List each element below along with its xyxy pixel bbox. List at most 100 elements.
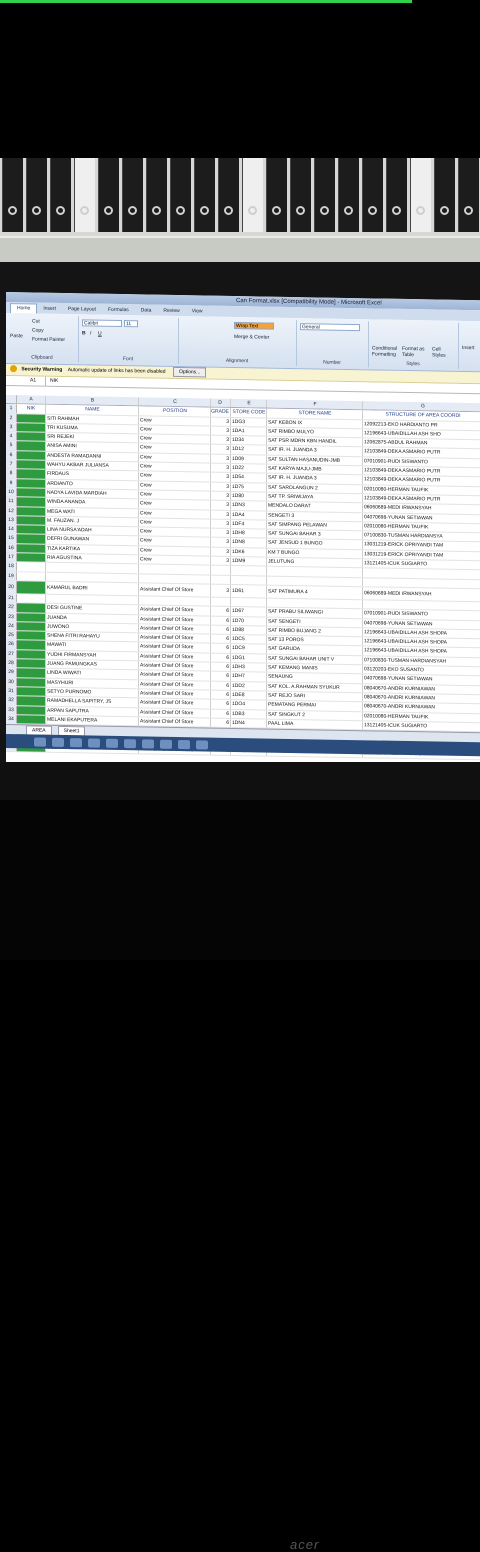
store-name-cell[interactable]: SAT SAROLANGUN 2 xyxy=(267,483,363,494)
row-number[interactable]: 10 xyxy=(6,487,17,497)
position-cell[interactable]: Assistant Chief Of Store xyxy=(139,652,211,662)
name-cell[interactable]: SRI REJEKI xyxy=(46,432,139,443)
store-name-cell[interactable]: SAT TP. SRIWIJAYA xyxy=(267,492,363,503)
store-name-cell[interactable]: SAT SENGETI xyxy=(267,617,363,628)
store-name-cell[interactable]: SAT IR. H. JUANDA 3 xyxy=(267,473,363,484)
store-code-cell[interactable]: 1DN3 xyxy=(231,501,267,511)
store-code-cell[interactable]: 1DE8 xyxy=(231,690,267,700)
column-header-c[interactable]: C xyxy=(139,397,211,407)
row-number[interactable]: 18 xyxy=(6,562,17,571)
row-number[interactable]: 1 xyxy=(6,404,17,413)
row-number[interactable]: 21 xyxy=(6,593,17,603)
name-cell[interactable]: MEGA WATI xyxy=(46,507,139,518)
column-header-e[interactable]: E xyxy=(231,398,267,408)
position-cell[interactable]: Crew xyxy=(139,453,211,463)
position-cell[interactable]: Assistant Chief Of Store xyxy=(139,698,211,709)
store-name-cell[interactable]: SENGETI 3 xyxy=(267,511,363,522)
name-cell[interactable]: ARPAN SAPUTRA xyxy=(46,706,139,717)
position-cell[interactable]: Assistant Chief Of Store xyxy=(139,717,211,727)
position-cell[interactable]: Crew xyxy=(139,434,211,445)
store-code-cell[interactable]: 1DC9 xyxy=(231,644,267,654)
grade-cell[interactable]: 3 xyxy=(211,556,231,566)
grade-cell[interactable]: 3 xyxy=(211,463,231,473)
name-cell[interactable]: SETYO PURNOMO xyxy=(46,687,139,698)
nik-cell[interactable] xyxy=(17,460,46,470)
grade-cell[interactable]: 6 xyxy=(211,653,231,662)
nik-cell[interactable] xyxy=(17,594,46,603)
store-code-cell[interactable] xyxy=(231,566,267,576)
cell-styles-button[interactable]: Cell Styles xyxy=(432,346,454,358)
header-nik[interactable]: NIK xyxy=(17,404,46,414)
store-name-cell[interactable]: SAT SULTAN HASANUDIN-JMB xyxy=(267,455,363,466)
row-number[interactable]: 9 xyxy=(6,478,17,488)
position-cell[interactable]: Crew xyxy=(139,415,211,426)
nik-cell[interactable] xyxy=(17,553,46,563)
grade-cell[interactable] xyxy=(211,565,231,575)
name-cell[interactable]: SHENA FITRI RAHAYU xyxy=(46,631,139,642)
nik-cell[interactable] xyxy=(17,506,46,516)
position-cell[interactable]: Crew xyxy=(139,462,211,472)
grade-cell[interactable] xyxy=(211,575,231,584)
nik-cell[interactable] xyxy=(17,668,46,678)
row-number[interactable]: 28 xyxy=(6,659,17,668)
store-name-cell[interactable]: KM 7 BUNGO xyxy=(267,548,363,559)
store-code-cell[interactable]: 1D88 xyxy=(231,625,267,635)
nik-cell[interactable] xyxy=(17,562,46,572)
grade-cell[interactable]: 6 xyxy=(211,718,231,728)
header-name[interactable]: NAME xyxy=(46,404,139,415)
name-cell[interactable]: DEFRI GUNAWAN xyxy=(46,535,139,546)
ribbon-tab-formulas[interactable]: Formulas xyxy=(102,306,135,313)
position-cell[interactable]: Assistant Chief Of Store xyxy=(139,670,211,681)
store-name-cell[interactable]: SAT REJO SARI xyxy=(267,691,363,702)
position-cell[interactable]: Assistant Chief Of Store xyxy=(139,605,211,616)
name-cell[interactable]: ANDESTA RAMADANNI xyxy=(46,451,139,462)
position-cell[interactable]: Assistant Chief Of Store xyxy=(139,689,211,699)
taskbar-app-icon[interactable] xyxy=(34,736,46,747)
row-number[interactable]: 12 xyxy=(6,506,17,516)
store-code-cell[interactable]: 1DG3 xyxy=(231,417,267,427)
store-code-cell[interactable]: 1D70 xyxy=(231,616,267,626)
position-cell[interactable]: Crew xyxy=(139,471,211,482)
store-code-cell[interactable] xyxy=(231,575,267,585)
row-number[interactable]: 8 xyxy=(6,469,17,478)
store-code-cell[interactable]: 1D61 xyxy=(231,584,267,598)
store-name-cell[interactable]: SAT KEBON IX xyxy=(267,418,363,429)
name-cell[interactable]: MELANI EKAPUTERA xyxy=(46,715,139,726)
position-cell[interactable]: Assistant Chief Of Store xyxy=(139,642,211,653)
store-name-cell[interactable]: SAT SUNGAI BAHAR 3 xyxy=(267,529,363,540)
row-number[interactable]: 4 xyxy=(6,432,17,441)
grade-cell[interactable]: 3 xyxy=(211,426,231,436)
grade-cell[interactable]: 6 xyxy=(211,644,231,653)
nik-cell[interactable] xyxy=(17,488,46,497)
row-number[interactable]: 13 xyxy=(6,515,17,525)
position-cell[interactable] xyxy=(139,596,211,606)
nik-cell[interactable] xyxy=(17,696,46,706)
row-number[interactable]: 5 xyxy=(6,441,17,450)
store-code-cell[interactable]: 1DH8 xyxy=(231,529,267,539)
store-name-cell[interactable]: SAT KARYA MAJU-JMB xyxy=(267,464,363,475)
name-cell[interactable]: RIA AGUSTINA xyxy=(46,553,139,564)
row-number[interactable]: 14 xyxy=(6,525,17,534)
position-cell[interactable]: Assistant Chief Of Store xyxy=(139,707,211,718)
store-code-cell[interactable]: 1DO4 xyxy=(231,700,267,710)
name-cell[interactable]: KAMARUL BADRI xyxy=(46,581,139,596)
store-name-cell[interactable]: SAT SIMPANG PELAWAN xyxy=(267,520,363,531)
row-number[interactable]: 26 xyxy=(6,640,17,649)
name-cell[interactable]: ANISA AMINI xyxy=(46,442,139,453)
position-cell[interactable]: Crew xyxy=(139,527,211,538)
nik-cell[interactable] xyxy=(17,571,46,581)
name-cell[interactable] xyxy=(46,563,139,573)
bold-button[interactable]: B xyxy=(82,330,86,336)
font-name-select[interactable]: Calibri xyxy=(82,319,122,328)
row-number[interactable]: 6 xyxy=(6,450,17,460)
nik-cell[interactable] xyxy=(17,469,46,479)
column-header-f[interactable]: F xyxy=(267,399,363,410)
ribbon-tab-page-layout[interactable]: Page Layout xyxy=(62,305,102,312)
store-name-cell[interactable] xyxy=(267,598,363,609)
row-number[interactable]: 11 xyxy=(6,497,17,506)
grade-cell[interactable]: 3 xyxy=(211,482,231,491)
position-cell[interactable]: Assistant Chief Of Store xyxy=(139,661,211,671)
row-number[interactable]: 15 xyxy=(6,534,17,543)
row-number[interactable]: 29 xyxy=(6,668,17,677)
header-position[interactable]: POSITION xyxy=(139,406,211,417)
